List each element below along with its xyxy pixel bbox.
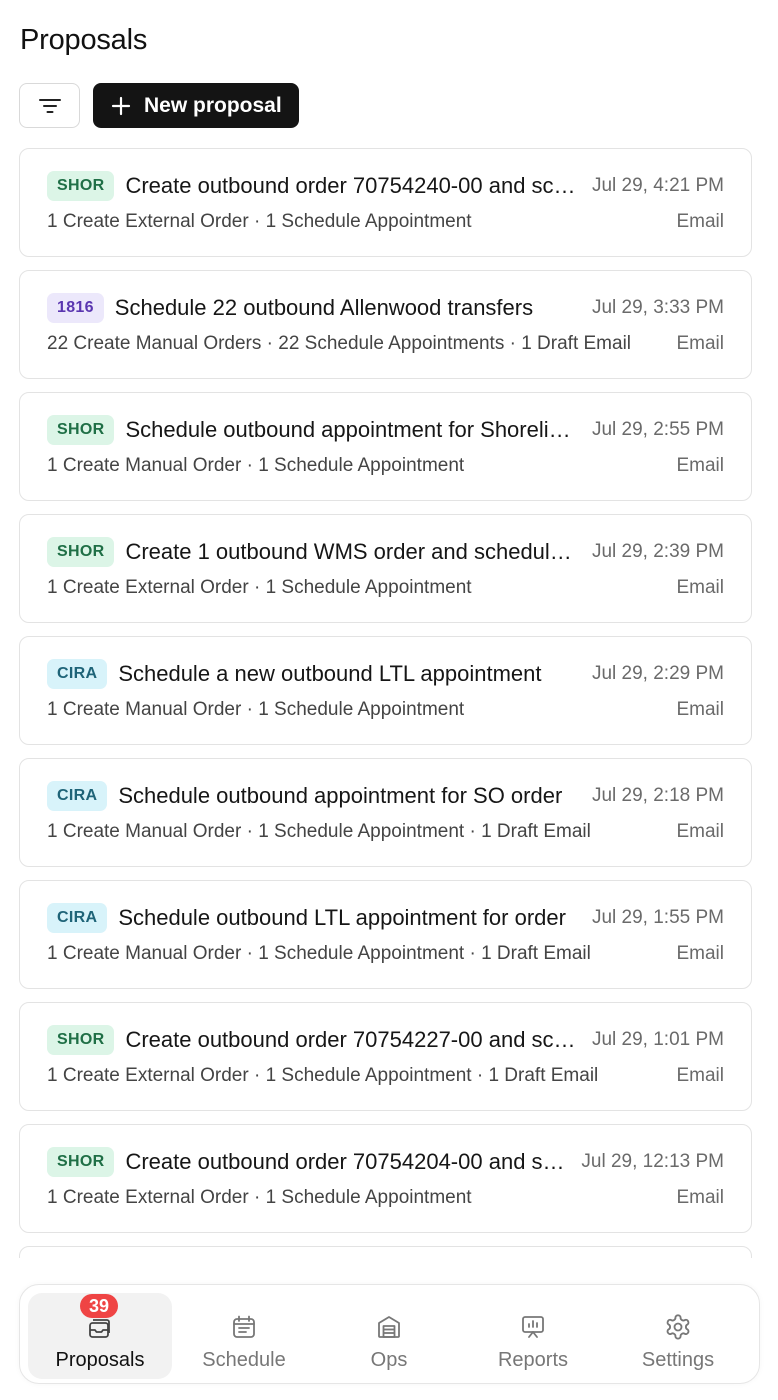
nav-label-ops: Ops: [370, 1349, 408, 1371]
proposal-source: Email: [676, 455, 724, 476]
proposal-summary: 22 Create Manual Orders · 22 Schedule Ap…: [47, 333, 632, 354]
proposal-source: Email: [676, 1065, 724, 1086]
new-proposal-button[interactable]: New proposal: [93, 83, 299, 128]
nav-item-ops[interactable]: Ops: [317, 1293, 461, 1379]
proposal-details: 1 Create Manual Order · 1 Schedule Appoi…: [47, 821, 724, 843]
proposal-source: Email: [676, 821, 724, 842]
proposal-details: 1 Create External Order · 1 Schedule App…: [47, 1187, 724, 1209]
proposal-header: SHOR Create outbound order 70754204-00 an…: [47, 1146, 724, 1178]
proposal-title: Schedule 22 outbound Allenwood transfers: [114, 295, 534, 320]
proposal-header: CIRA Schedule outbound LTL appointment fo…: [47, 902, 724, 934]
proposal-title: Create outbound order 70754240-00 and sc…: [125, 173, 576, 198]
proposal-card[interactable]: CIRA Schedule a new outbound LTL appointm…: [19, 636, 752, 745]
proposal-header: SHOR Create outbound order 70754227-00 an…: [47, 1024, 724, 1056]
proposal-summary: 1 Create Manual Order · 1 Schedule Appoi…: [47, 821, 591, 842]
proposal-header: SHOR Create outbound order 70754240-00 an…: [47, 170, 724, 202]
nav-label-schedule: Schedule: [202, 1349, 286, 1371]
proposal-card-partial[interactable]: [19, 1246, 752, 1258]
proposal-timestamp: Jul 29, 4:21 PM: [591, 175, 724, 196]
proposal-timestamp: Jul 29, 3:33 PM: [591, 297, 724, 318]
proposal-source: Email: [676, 333, 724, 354]
proposal-card[interactable]: SHOR Create 1 outbound WMS order and sche…: [19, 514, 752, 623]
customer-badge: CIRA: [47, 781, 108, 811]
nav-label-settings: Settings: [641, 1349, 715, 1371]
gear-icon: [664, 1312, 692, 1342]
proposal-summary: 1 Create External Order · 1 Schedule App…: [47, 1187, 472, 1208]
proposal-source: Email: [676, 943, 724, 964]
customer-badge: SHOR: [47, 537, 115, 567]
customer-badge: SHOR: [47, 1147, 115, 1177]
customer-badge: SHOR: [47, 1025, 115, 1055]
proposal-header: CIRA Schedule a new outbound LTL appointm…: [47, 658, 724, 690]
plus-icon: [111, 96, 131, 115]
filter-icon: [38, 98, 61, 113]
customer-badge: 1816: [47, 293, 104, 323]
proposal-details: 1 Create External Order · 1 Schedule App…: [47, 577, 724, 599]
proposal-summary: 1 Create Manual Order · 1 Schedule Appoi…: [47, 699, 465, 720]
proposal-card[interactable]: SHOR Create outbound order 70754240-00 an…: [19, 148, 752, 257]
customer-badge: SHOR: [47, 415, 115, 445]
proposal-timestamp: Jul 29, 1:01 PM: [591, 1029, 724, 1050]
proposal-title: Create outbound order 70754227-00 and sc…: [125, 1027, 576, 1052]
proposal-summary: 1 Create External Order · 1 Schedule App…: [47, 1065, 599, 1086]
proposal-card[interactable]: CIRA Schedule outbound appointment for SO…: [19, 758, 752, 867]
toolbar: New proposal: [19, 83, 299, 128]
proposal-details: 22 Create Manual Orders · 22 Schedule Ap…: [47, 333, 724, 355]
proposal-card[interactable]: 1816 Schedule 22 outbound Allenwood trans…: [19, 270, 752, 379]
proposal-summary: 1 Create External Order · 1 Schedule App…: [47, 211, 472, 232]
proposal-title: Create outbound order 70754204-00 and sc…: [125, 1149, 566, 1174]
proposal-source: Email: [676, 211, 724, 232]
proposal-title: Schedule outbound LTL appointment for or…: [118, 905, 566, 930]
nav-item-reports[interactable]: Reports: [461, 1293, 605, 1379]
nav-label-reports: Reports: [497, 1349, 569, 1371]
proposal-list: SHOR Create outbound order 70754240-00 an…: [19, 148, 752, 1258]
proposal-details: 1 Create Manual Order · 1 Schedule Appoi…: [47, 943, 724, 965]
proposal-source: Email: [676, 699, 724, 720]
proposal-summary: 1 Create Manual Order · 1 Schedule Appoi…: [47, 455, 465, 476]
notification-badge: 39: [80, 1294, 118, 1318]
nav-item-settings[interactable]: Settings: [606, 1293, 750, 1379]
proposal-header: SHOR Schedule outbound appointment for Sh…: [47, 414, 724, 446]
proposal-timestamp: Jul 29, 2:55 PM: [591, 419, 724, 440]
customer-badge: CIRA: [47, 659, 108, 689]
proposal-source: Email: [676, 1187, 724, 1208]
proposal-header: CIRA Schedule outbound appointment for SO…: [47, 780, 724, 812]
nav-label-proposals: Proposals: [55, 1349, 145, 1371]
proposal-source: Email: [676, 577, 724, 598]
proposal-header: 1816 Schedule 22 outbound Allenwood trans…: [47, 292, 724, 324]
proposal-summary: 1 Create Manual Order · 1 Schedule Appoi…: [47, 943, 591, 964]
new-proposal-label: New proposal: [144, 93, 282, 117]
customer-badge: SHOR: [47, 171, 115, 201]
proposal-card[interactable]: CIRA Schedule outbound LTL appointment fo…: [19, 880, 752, 989]
proposal-details: 1 Create External Order · 1 Schedule App…: [47, 211, 724, 233]
warehouse-icon: [376, 1312, 402, 1342]
proposal-timestamp: Jul 29, 1:55 PM: [591, 907, 724, 928]
bottom-nav: Proposals 39 Schedule Ops Reports Settin…: [19, 1284, 760, 1384]
proposal-card[interactable]: SHOR Create outbound order 70754227-00 an…: [19, 1002, 752, 1111]
proposal-title: Schedule outbound appointment for SO ord…: [118, 783, 563, 808]
filter-button[interactable]: [19, 83, 80, 128]
proposal-details: 1 Create Manual Order · 1 Schedule Appoi…: [47, 699, 724, 721]
proposal-timestamp: Jul 29, 12:13 PM: [581, 1151, 724, 1172]
proposal-timestamp: Jul 29, 2:29 PM: [591, 663, 724, 684]
proposal-timestamp: Jul 29, 2:18 PM: [591, 785, 724, 806]
calendar-icon: [231, 1312, 257, 1342]
proposal-header: SHOR Create 1 outbound WMS order and sche…: [47, 536, 724, 568]
proposal-card[interactable]: SHOR Schedule outbound appointment for Sh…: [19, 392, 752, 501]
proposal-card[interactable]: SHOR Create outbound order 70754204-00 an…: [19, 1124, 752, 1233]
proposal-summary: 1 Create External Order · 1 Schedule App…: [47, 577, 472, 598]
proposal-timestamp: Jul 29, 2:39 PM: [591, 541, 724, 562]
proposal-details: 1 Create Manual Order · 1 Schedule Appoi…: [47, 455, 724, 477]
customer-badge: CIRA: [47, 903, 108, 933]
presentation-chart-icon: [520, 1312, 546, 1342]
proposal-title: Schedule outbound appointment for Shorel…: [125, 417, 576, 442]
proposal-title: Schedule a new outbound LTL appointment: [118, 661, 542, 686]
proposal-title: Create 1 outbound WMS order and schedule…: [125, 539, 576, 564]
nav-item-schedule[interactable]: Schedule: [172, 1293, 316, 1379]
proposal-details: 1 Create External Order · 1 Schedule App…: [47, 1065, 724, 1087]
page-title: Proposals: [20, 24, 148, 56]
